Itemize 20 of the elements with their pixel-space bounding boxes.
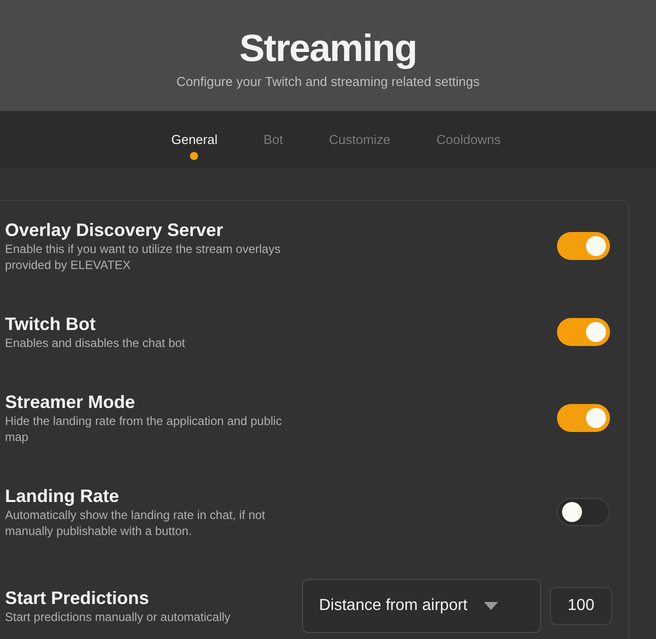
setting-title: Twitch Bot: [5, 313, 97, 335]
toggle-switch[interactable]: [557, 498, 610, 526]
setting-description: Start predictions manually or automatically: [5, 609, 232, 625]
tab[interactable]: General: [171, 132, 218, 162]
setting-title: Overlay Discovery Server: [5, 219, 224, 241]
setting-description: Hide the landing rate from the application and public map: [5, 413, 283, 445]
caret-icon: [484, 602, 498, 610]
select-dropdown[interactable]: Distance from airport: [302, 579, 541, 633]
setting-title: Streamer Mode: [5, 391, 136, 413]
setting-title: Start Predictions: [5, 587, 150, 609]
setting-title: Landing Rate: [5, 485, 120, 507]
toggle-switch[interactable]: [557, 404, 610, 432]
setting-description: Enables and disables the chat bot: [5, 335, 186, 351]
toggle-switch[interactable]: [557, 232, 610, 260]
setting-description: Enable this if you want to utilize the stream overlays provided by ELEVATEX: [5, 241, 282, 273]
page-subtitle: Configure your Twitch and streaming related settings: [176, 73, 480, 91]
setting-description: Automatically show the landing rate in chat, if not manually publishable with a button.: [5, 507, 266, 539]
number-field[interactable]: 100: [550, 587, 612, 625]
page-title: Streaming: [239, 28, 417, 70]
toggle-switch[interactable]: [557, 318, 610, 346]
